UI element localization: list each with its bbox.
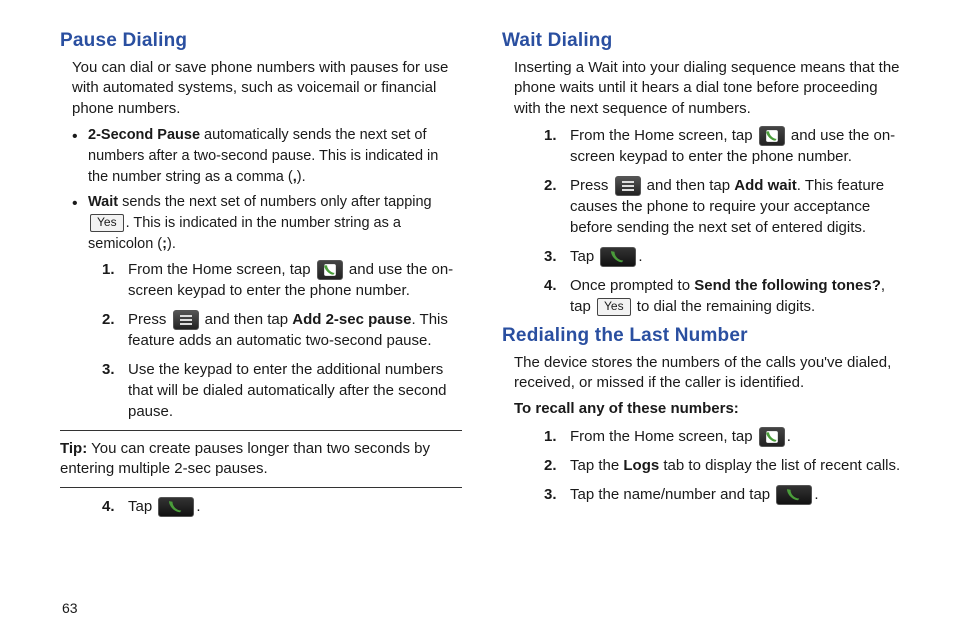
txt: Tap: [570, 248, 598, 265]
txt: Press: [570, 177, 613, 194]
txt: From the Home screen, tap: [570, 428, 757, 445]
txt: Press: [128, 311, 171, 328]
menu-key-icon: [173, 310, 199, 330]
heading-pause-dialing: Pause Dialing: [60, 30, 462, 52]
txt: .: [196, 498, 200, 515]
txt: Tap the name/number and tap: [570, 486, 774, 503]
step-1: From the Home screen, tap and use the on…: [102, 259, 462, 301]
txt: Tap the: [570, 457, 623, 474]
redial-intro: The device stores the numbers of the cal…: [514, 353, 904, 394]
step-2: Press and then tap Add 2-sec pause. This…: [102, 309, 462, 351]
txt: From the Home screen, tap: [128, 261, 315, 278]
tip-label: Tip:: [60, 440, 87, 457]
txt: . This is indicated in the number string…: [88, 215, 401, 252]
yes-button-icon: Yes: [597, 298, 631, 316]
txt: and then tap: [201, 311, 293, 328]
phone-app-icon: [759, 427, 785, 447]
call-button-icon: [158, 497, 194, 517]
tip-block: Tip: You can create pauses longer than t…: [60, 439, 462, 480]
txt: sends the next set of numbers only after…: [118, 194, 432, 210]
heading-wait-dialing: Wait Dialing: [502, 30, 904, 52]
rstep-2: Tap the Logs tab to display the list of …: [544, 455, 904, 476]
wstep-3: Tap .: [544, 246, 904, 267]
label-2sec-pause: 2-Second Pause: [88, 127, 200, 143]
yes-button-icon: Yes: [90, 214, 124, 232]
label-send-tones: Send the following tones?: [694, 277, 881, 294]
wait-intro: Inserting a Wait into your dialing seque…: [514, 58, 904, 119]
rstep-1: From the Home screen, tap .: [544, 426, 904, 447]
call-button-icon: [600, 247, 636, 267]
txt: Once prompted to: [570, 277, 694, 294]
menu-key-icon: [615, 176, 641, 196]
rstep-3: Tap the name/number and tap .: [544, 484, 904, 505]
txt: .: [787, 428, 791, 445]
tip-text: You can create pauses longer than two se…: [60, 440, 430, 477]
txt: .: [814, 486, 818, 503]
heading-redial: Redialing the Last Number: [502, 325, 904, 347]
right-column: Wait Dialing Inserting a Wait into your …: [502, 30, 904, 620]
label-add-wait: Add wait: [734, 177, 797, 194]
txt: and then tap: [643, 177, 735, 194]
left-column: Pause Dialing You can dial or save phone…: [60, 30, 462, 620]
txt: tab to display the list of recent calls.: [659, 457, 900, 474]
pause-bullet-list: 2-Second Pause automatically sends the n…: [72, 125, 462, 255]
pause-steps-continued: Tap .: [102, 496, 462, 517]
bullet-2sec-pause: 2-Second Pause automatically sends the n…: [72, 125, 462, 188]
txt: ).: [167, 236, 176, 252]
page-columns: Pause Dialing You can dial or save phone…: [60, 30, 904, 620]
pause-steps: From the Home screen, tap and use the on…: [102, 259, 462, 422]
label-add-2sec: Add 2-sec pause: [292, 311, 411, 328]
pause-intro: You can dial or save phone numbers with …: [72, 58, 462, 119]
phone-app-icon: [317, 260, 343, 280]
txt: From the Home screen, tap: [570, 127, 757, 144]
redial-steps: From the Home screen, tap . Tap the Logs…: [544, 426, 904, 505]
wstep-1: From the Home screen, tap and use the on…: [544, 125, 904, 167]
txt: .: [638, 248, 642, 265]
wstep-2: Press and then tap Add wait. This featur…: [544, 175, 904, 238]
page-number: 63: [62, 600, 78, 616]
txt: to dial the remaining digits.: [633, 298, 816, 315]
wstep-4: Once prompted to Send the following tone…: [544, 275, 904, 317]
divider-top: [60, 430, 462, 431]
phone-app-icon: [759, 126, 785, 146]
recall-heading: To recall any of these numbers:: [514, 399, 904, 419]
label-logs: Logs: [623, 457, 659, 474]
step-4: Tap .: [102, 496, 462, 517]
bullet-wait: Wait sends the next set of numbers only …: [72, 192, 462, 255]
txt: Tap: [128, 498, 156, 515]
step-3: Use the keypad to enter the additional n…: [102, 359, 462, 422]
label-wait: Wait: [88, 194, 118, 210]
wait-steps: From the Home screen, tap and use the on…: [544, 125, 904, 317]
txt: ).: [297, 169, 306, 185]
divider-bottom: [60, 487, 462, 488]
call-button-icon: [776, 485, 812, 505]
